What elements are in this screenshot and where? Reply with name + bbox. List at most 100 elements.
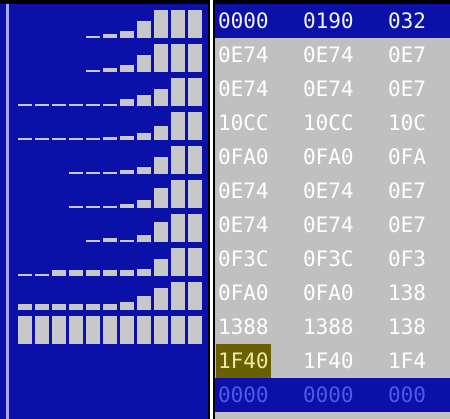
hex-data-row: 0E74 0E74 0E7 — [215, 72, 450, 106]
hex-value-cell[interactable]: 0E74 — [303, 208, 354, 242]
hex-value-cell[interactable]: 0FA0 — [303, 140, 354, 174]
level-meter-segment — [18, 316, 32, 344]
level-meter-segment — [86, 304, 100, 310]
level-meter-segment — [103, 270, 117, 276]
level-meter-row — [0, 76, 208, 110]
hex-value-cell[interactable]: 0E7 — [388, 208, 426, 242]
level-meter-segment — [154, 44, 168, 72]
hex-value-cell[interactable]: 0F3C — [303, 242, 354, 276]
level-meter-segment — [171, 316, 185, 344]
hex-value-cell[interactable]: 0E74 — [303, 174, 354, 208]
hex-data-row: 0F3C 0F3C 0F3 — [215, 242, 450, 276]
level-meter-segment — [154, 89, 168, 106]
level-meter-segment — [35, 274, 49, 276]
hex-value-cell[interactable]: 0F3 — [388, 242, 426, 276]
level-meter-segment — [120, 136, 134, 140]
level-meter-segment — [52, 304, 66, 310]
hex-value-cell[interactable]: 0FA0 — [218, 140, 269, 174]
hex-value-cell[interactable]: 0E7 — [388, 38, 426, 72]
hex-value-cell[interactable]: 0E74 — [218, 72, 269, 106]
level-meter-segment — [52, 104, 66, 106]
hex-value-cell[interactable]: 1388 — [218, 310, 269, 344]
level-meter-segment — [171, 248, 185, 276]
level-meter-segment — [103, 304, 117, 310]
level-meter-segment — [86, 172, 100, 174]
hex-footer-cell: 000 — [388, 383, 426, 407]
level-meter-segment — [69, 270, 83, 276]
hex-value-cell[interactable]: 138 — [388, 310, 426, 344]
level-meter-segment — [18, 274, 32, 276]
level-meter-segment — [52, 138, 66, 140]
hex-value-cell[interactable]: 0E7 — [388, 72, 426, 106]
hex-value-cell[interactable]: 0FA0 — [218, 276, 269, 310]
hex-value-cell[interactable]: 0E74 — [303, 72, 354, 106]
level-meter-segment — [188, 214, 202, 242]
hex-value-cell[interactable]: 0F3C — [218, 242, 269, 276]
level-meter-segment — [86, 270, 100, 276]
hex-value-cell[interactable]: 1F4 — [388, 344, 426, 378]
level-meter-segment — [154, 259, 168, 276]
hex-value-cell[interactable]: 0E74 — [218, 174, 269, 208]
level-meter-segment — [171, 214, 185, 242]
level-meter-segment — [120, 240, 134, 242]
level-meter-segment — [69, 316, 83, 344]
hex-value-cell[interactable]: 0FA0 — [303, 276, 354, 310]
level-meter-segment — [188, 146, 202, 174]
hex-value-cell[interactable]: 1F40 — [303, 344, 354, 378]
level-meter-segment — [171, 180, 185, 208]
level-meter-segment — [86, 316, 100, 344]
level-meter-segment — [154, 10, 168, 38]
level-meter-segment — [86, 104, 100, 106]
hex-value-cell[interactable]: 10C — [388, 106, 426, 140]
hex-value-cell[interactable]: 138 — [388, 276, 426, 310]
hex-data-row: 0E74 0E74 0E7 — [215, 208, 450, 242]
hex-value-cell[interactable]: 0FA — [388, 140, 426, 174]
hex-value-cell[interactable]: 0E7 — [388, 174, 426, 208]
level-meter-segment — [120, 99, 134, 106]
hex-value-cell[interactable]: 0E74 — [218, 38, 269, 72]
level-meter-panel[interactable] — [0, 4, 208, 419]
level-meter-segment — [188, 180, 202, 208]
level-meter-segment — [154, 188, 168, 208]
level-meter-segment — [103, 316, 117, 344]
level-meter-segment — [35, 138, 49, 140]
level-meter-segment — [86, 138, 100, 140]
hex-value-cell[interactable]: 10CC — [303, 106, 354, 140]
hex-value-cell-selected[interactable]: 1F40 — [216, 344, 271, 378]
level-meter-segment — [52, 270, 66, 276]
hex-value-cell[interactable]: 1388 — [303, 310, 354, 344]
level-meter-segment — [103, 172, 117, 174]
level-meter-segment — [69, 172, 83, 174]
hex-footer-cell: 0000 — [303, 383, 354, 407]
level-meter-segment — [103, 104, 117, 106]
level-meter-segment — [137, 167, 151, 174]
level-meter-row — [0, 178, 208, 212]
level-meter-segment — [137, 269, 151, 276]
level-meter-segment — [69, 206, 83, 208]
level-meter-segment — [18, 304, 32, 310]
hex-data-row: 10CC 10CC 10C — [215, 106, 450, 140]
level-meter-segment — [188, 44, 202, 72]
level-meter-segment — [154, 288, 168, 310]
level-meter-segment — [188, 112, 202, 140]
level-meter-row — [0, 314, 208, 348]
pane-divider-gap — [210, 0, 213, 419]
level-meter-segment — [35, 316, 49, 344]
level-meter-segment — [120, 270, 134, 276]
hex-header-cell: 0000 — [218, 9, 269, 33]
level-meter-segment — [86, 36, 100, 38]
level-meter-segment — [188, 282, 202, 310]
level-meter-segment — [137, 95, 151, 106]
hex-value-cell[interactable]: 0E74 — [303, 38, 354, 72]
level-meter-segment — [137, 21, 151, 38]
level-meter-segment — [171, 78, 185, 106]
level-meter-row — [0, 246, 208, 280]
hex-value-cell[interactable]: 0E74 — [218, 208, 269, 242]
level-meter-segment — [69, 104, 83, 106]
level-meter-segment — [171, 282, 185, 310]
level-meter-row — [0, 212, 208, 246]
hex-value-panel[interactable]: 0000 0190 032 0E74 0E74 0E7 0E74 0E74 0E7 10CC… — [215, 4, 450, 419]
level-meter-segment — [120, 170, 134, 174]
hex-header-row: 0000 0190 032 — [215, 4, 450, 38]
hex-value-cell[interactable]: 10CC — [218, 106, 269, 140]
